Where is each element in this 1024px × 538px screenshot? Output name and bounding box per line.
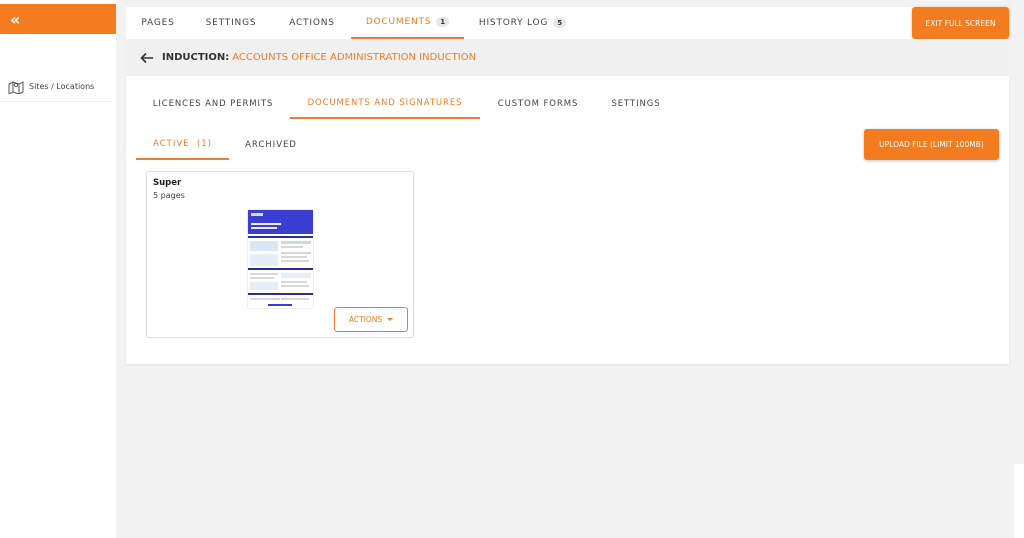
tab-archived-documents[interactable]: ARCHIVED: [236, 130, 306, 160]
tab-active-documents[interactable]: ACTIVE (1): [136, 130, 229, 160]
subtab-label: LICENCES AND PERMITS: [152, 99, 274, 109]
tab-pages[interactable]: PAGES: [126, 7, 190, 39]
exit-full-screen-button[interactable]: EXIT FULL SCREEN: [912, 7, 1009, 39]
top-nav: PAGES SETTINGS ACTIONS DOCUMENTS 1 HISTO…: [126, 7, 1009, 39]
tab-label: ACTIONS: [289, 18, 335, 28]
map-icon: [8, 80, 24, 94]
history-count-badge: 5: [553, 18, 567, 28]
tab-history-log[interactable]: HISTORY LOG 5: [470, 7, 575, 39]
tab-label: DOCUMENTS: [365, 17, 432, 27]
sidebar-item-sites-locations[interactable]: Sites / Locations: [0, 72, 112, 102]
document-title: Super: [153, 178, 182, 188]
sidebar-item-label: Sites / Locations: [29, 82, 95, 91]
page-edge: [1014, 464, 1024, 538]
tab-actions[interactable]: ACTIONS: [276, 7, 348, 39]
documents-panel: LICENCES AND PERMITS DOCUMENTS AND SIGNA…: [126, 76, 1009, 364]
actions-label: ACTIONS: [348, 315, 383, 324]
subtab-settings[interactable]: SETTINGS: [602, 89, 670, 119]
tab-label: ACTIVE (1): [153, 139, 212, 149]
subtab-label: SETTINGS: [611, 99, 661, 109]
tab-label: SETTINGS: [205, 18, 257, 28]
breadcrumb-induction-name: ACCOUNTS OFFICE ADMINISTRATION INDUCTION: [232, 52, 477, 63]
back-arrow-icon[interactable]: [140, 52, 154, 64]
breadcrumb-label: INDUCTION:: [162, 52, 230, 63]
double-chevron-left-icon: «: [10, 9, 21, 29]
tab-settings[interactable]: SETTINGS: [192, 7, 270, 39]
subtab-custom-forms[interactable]: CUSTOM FORMS: [488, 89, 588, 119]
subtab-licences-and-permits[interactable]: LICENCES AND PERMITS: [144, 89, 282, 119]
tab-label: ARCHIVED: [245, 140, 297, 150]
document-actions-button[interactable]: ACTIONS: [334, 307, 408, 332]
caret-down-icon: [387, 318, 394, 321]
subtab-documents-and-signatures[interactable]: DOCUMENTS AND SIGNATURES: [290, 89, 480, 119]
subtab-label: CUSTOM FORMS: [497, 99, 579, 109]
subtab-label: DOCUMENTS AND SIGNATURES: [307, 98, 463, 108]
document-card: Super 5 pages ACTIONS: [146, 171, 414, 338]
document-page-count: 5 pages: [153, 191, 185, 200]
collapse-sidebar-button[interactable]: «: [0, 4, 116, 34]
tab-documents[interactable]: DOCUMENTS 1: [351, 7, 464, 39]
document-thumbnail[interactable]: [248, 210, 313, 308]
breadcrumb: INDUCTION: ACCOUNTS OFFICE ADMINISTRATIO…: [126, 39, 1009, 76]
documents-count-badge: 1: [436, 17, 450, 27]
upload-file-button[interactable]: UPLOAD FILE (LIMIT 100MB): [864, 129, 999, 160]
tab-label: PAGES: [141, 18, 175, 28]
tab-label: HISTORY LOG: [478, 18, 549, 28]
left-sidebar: « Sites / Locations: [0, 0, 116, 538]
